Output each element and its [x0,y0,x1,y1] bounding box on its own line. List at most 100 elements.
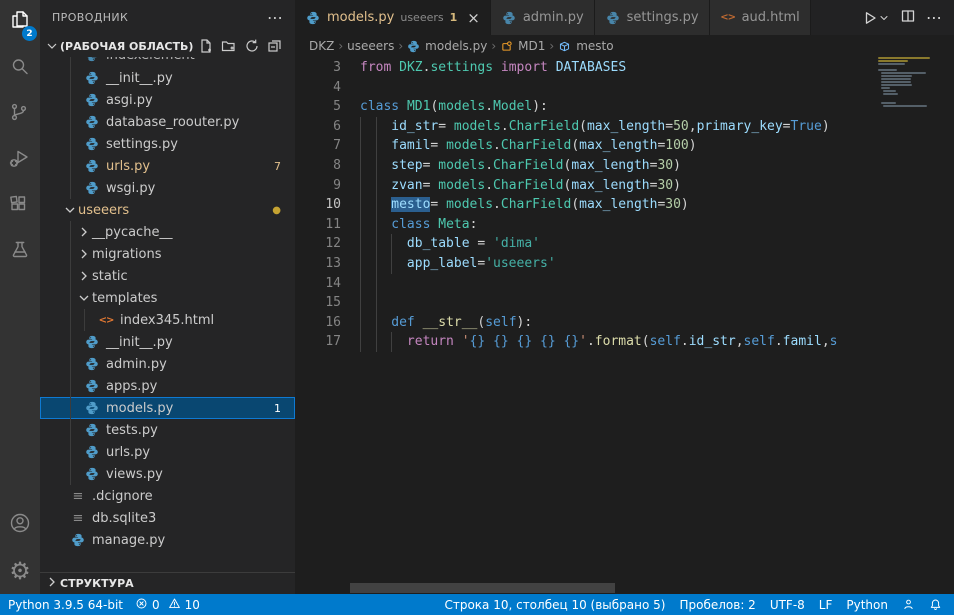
refresh-icon[interactable] [244,38,260,54]
horizontal-scrollbar[interactable] [350,583,615,593]
new-folder-icon[interactable] [221,38,237,54]
tree-item-admin.py[interactable]: admin.py [40,353,295,375]
tab-label: settings.py [627,10,699,25]
tree-folder-templates[interactable]: templates [40,287,295,309]
run-python-file-button[interactable] [862,10,890,26]
tree-folder-__pycache__[interactable]: __pycache__ [40,221,295,243]
indent-guide [376,293,392,313]
language-mode-status[interactable]: Python [846,598,888,612]
encoding-status[interactable]: UTF-8 [770,598,805,612]
tree-item-settings.py[interactable]: settings.py [40,133,295,155]
activity-bar-search[interactable] [0,46,40,92]
tab-admin.py[interactable]: admin.py [491,0,595,35]
cursor-position-status[interactable]: Строка 10, столбец 10 (выбрано 5) [444,598,665,612]
minimap-line [881,84,911,86]
breadcrumb-MD1[interactable]: MD1 [500,39,545,53]
tree-folder-useeers[interactable]: useeers ● [40,199,295,221]
breadcrumb-DKZ[interactable]: DKZ [309,39,334,53]
breadcrumb-mesto[interactable]: mesto [558,39,613,53]
code-line[interactable]: 9zvan= models.CharField(max_length=30) [295,176,878,196]
line-number: 16 [295,313,341,333]
breadcrumb-models.py[interactable]: models.py [407,39,487,53]
breadcrumb-separator-icon: › [549,39,554,53]
code-line[interactable]: 7famil= models.CharField(max_length=100) [295,136,878,156]
tab-models.py[interactable]: models.pyuseeers1× [295,0,491,35]
problems-status[interactable]: 0 10 [135,597,200,613]
code-line[interactable]: 15 [295,293,878,313]
activity-bar-account[interactable] [0,502,40,548]
split-editor-icon[interactable] [900,8,916,28]
explorer-sidebar: ПРОВОДНИК ⋯ (РАБОЧАЯ ОБЛАСТЬ) ... [40,0,295,594]
code-editor[interactable]: 3from DKZ.settings import DATABASES45cla… [295,57,954,594]
code-line[interactable]: 14 [295,274,878,294]
tree-folder-static[interactable]: static [40,265,295,287]
notifications-bell-icon[interactable] [929,598,942,611]
breadcrumb-useeers[interactable]: useeers [347,39,394,53]
indent-guide [376,274,392,294]
tree-item-database_roouter.py[interactable]: database_roouter.py [40,111,295,133]
tree-item-apps.py[interactable]: apps.py [40,375,295,397]
line-number: 17 [295,332,341,352]
activity-bar-testing[interactable] [0,230,40,276]
tree-item-__init__.py[interactable]: __init__.py [40,67,295,89]
code-line[interactable]: 5class MD1(models.Model): [295,97,878,117]
tab-label: admin.py [523,10,584,25]
code-line[interactable]: 3from DKZ.settings import DATABASES [295,58,878,78]
tree-item-manage.py[interactable]: manage.py [40,529,295,551]
tree-item-__init__.py[interactable]: __init__.py [40,331,295,353]
minimap-line [881,78,911,80]
warning-icon [168,597,181,613]
tree-item-urls.py[interactable]: urls.py [40,441,295,463]
collapse-all-icon[interactable] [267,38,283,54]
tree-item-models.py[interactable]: models.py1 [40,397,295,419]
tree-item-.dcignore[interactable]: ≡.dcignore [40,485,295,507]
activity-bar-run-debug[interactable] [0,138,40,184]
outline-section-header[interactable]: СТРУКТУРА [40,572,295,594]
account-icon [8,511,32,539]
code-line[interactable]: 17return '{} {} {} {} {}'.format(self.id… [295,332,878,352]
editor-more-actions-icon[interactable]: ⋯ [926,8,942,27]
code-line[interactable]: 13app_label='useeers' [295,254,878,274]
indent-guide [391,254,407,274]
activity-bar-source-control[interactable] [0,92,40,138]
code-line[interactable]: 12db_table = 'dima' [295,234,878,254]
code-line[interactable]: 6id_str= models.CharField(max_length=50,… [295,117,878,137]
code-line[interactable]: 10mesto= models.CharField(max_length=30) [295,195,878,215]
modified-dot-icon: ● [272,205,295,216]
tab-settings.py[interactable]: settings.py [595,0,710,35]
code-line[interactable]: 8step= models.CharField(max_length=30) [295,156,878,176]
eol-status[interactable]: LF [819,598,833,612]
tree-item-views.py[interactable]: views.py [40,463,295,485]
tab-aud.html[interactable]: <>aud.html [710,0,811,35]
html-file-icon: <> [720,10,736,26]
activity-bar-explorer[interactable]: 2 [0,0,40,46]
tree-item-tests.py[interactable]: tests.py [40,419,295,441]
python-file-icon [84,400,100,416]
code-line[interactable]: 16def __str__(self): [295,313,878,333]
tree-item-label: useeers [78,203,129,218]
python-file-icon [84,114,100,130]
minimap[interactable] [878,57,944,594]
tree-item-db.sqlite3[interactable]: ≡db.sqlite3 [40,507,295,529]
activity-bar-settings[interactable]: ⚙ [0,548,40,594]
code-line[interactable]: 11class Meta: [295,215,878,235]
tree-item-asgi.py[interactable]: asgi.py [40,89,295,111]
tree-item-label: admin.py [106,357,167,372]
tree-item-index345.html[interactable]: <>index345.html [40,309,295,331]
code-line[interactable]: 4 [295,78,878,98]
tree-item-wsgi.py[interactable]: wsgi.py [40,177,295,199]
new-file-icon[interactable] [198,38,214,54]
python-interpreter-status[interactable]: Python 3.9.5 64-bit [8,598,123,612]
workspace-section-header[interactable]: (РАБОЧАЯ ОБЛАСТЬ) ... [40,35,295,57]
indentation-status[interactable]: Пробелов: 2 [679,598,755,612]
activity-bar-extensions[interactable] [0,184,40,230]
close-icon[interactable]: × [467,9,480,27]
tree-item-urls.py[interactable]: urls.py7 [40,155,295,177]
tree-item-indexelement[interactable]: indexelement [40,57,295,67]
feedback-icon[interactable] [902,598,915,611]
line-number: 8 [295,156,341,176]
tree-folder-migrations[interactable]: migrations [40,243,295,265]
line-number: 12 [295,234,341,254]
minimap-line [881,75,912,77]
sidebar-more-actions-icon[interactable]: ⋯ [267,8,283,27]
